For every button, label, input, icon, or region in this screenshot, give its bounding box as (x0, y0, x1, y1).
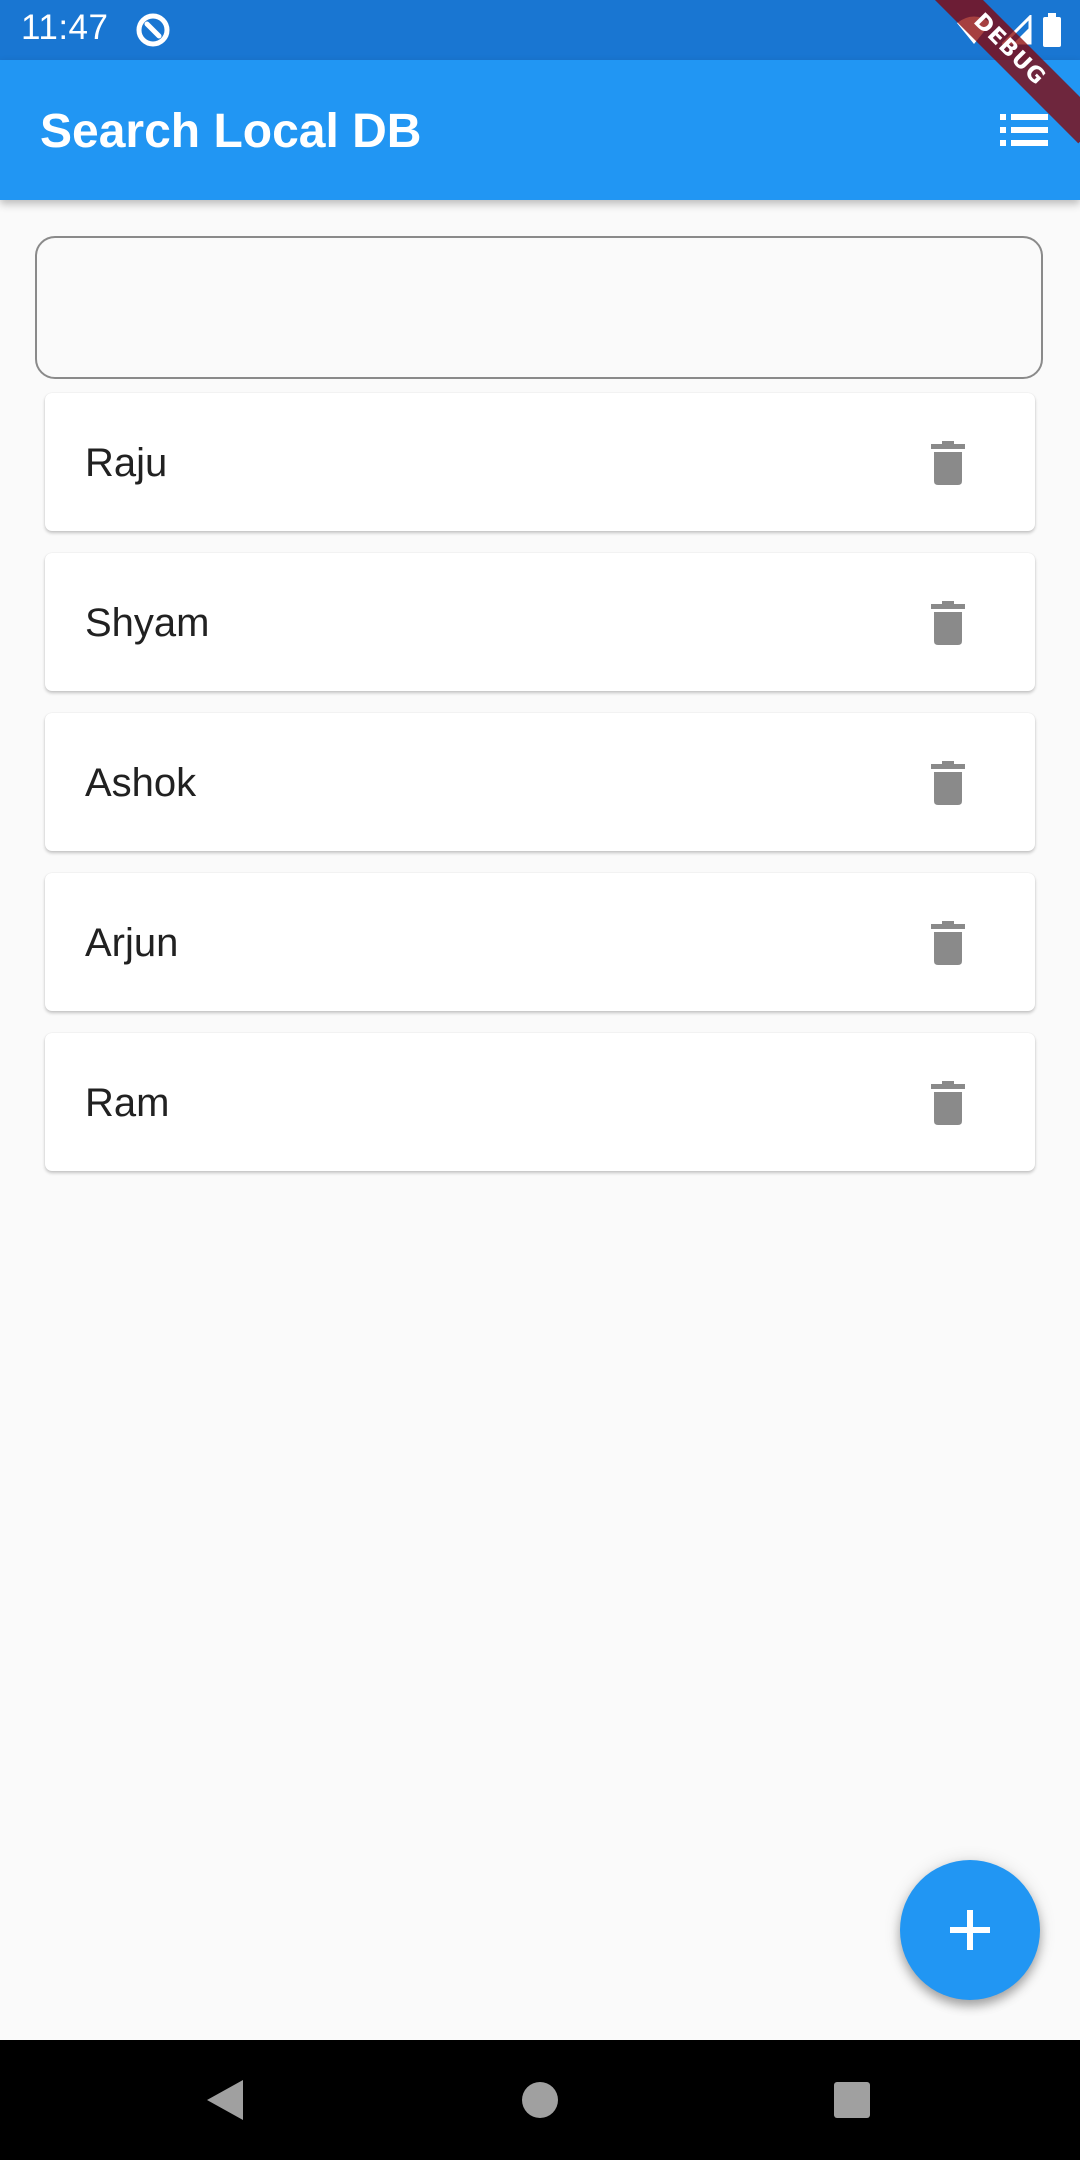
list-item[interactable]: Ashok (45, 713, 1035, 851)
add-icon (950, 1910, 990, 1950)
list-item-name: Raju (85, 441, 168, 485)
back-button[interactable] (165, 2040, 285, 2160)
list-item[interactable]: Raju (45, 393, 1035, 531)
page-title: Search Local DB (40, 105, 422, 158)
name-list: Raju Shyam Ashok Arjun Ram (45, 393, 1035, 1193)
delete-icon (931, 441, 965, 485)
app-bar: Search Local DB (0, 60, 1080, 200)
delete-button[interactable] (918, 913, 978, 973)
status-bar: 11:47 (0, 0, 1080, 60)
list-item-name: Arjun (85, 921, 179, 965)
delete-button[interactable] (918, 433, 978, 493)
status-icons (956, 12, 1062, 48)
battery-icon (1043, 13, 1061, 47)
list-item-name: Ashok (85, 761, 197, 805)
delete-button[interactable] (918, 1073, 978, 1133)
list-item-name: Shyam (85, 601, 210, 645)
app-screen: 11:47 DEBUG Search Local DB Raju Shyam A… (0, 0, 1080, 2160)
search-field[interactable] (35, 236, 1043, 379)
recents-button[interactable] (792, 2040, 912, 2160)
app-notification-icon (136, 13, 170, 47)
recents-icon (834, 2082, 870, 2118)
search-input[interactable] (57, 258, 1021, 360)
delete-icon (931, 601, 965, 645)
add-button[interactable] (900, 1860, 1040, 2000)
delete-button[interactable] (918, 593, 978, 653)
back-icon (207, 2080, 243, 2120)
delete-icon (931, 921, 965, 965)
delete-icon (931, 1081, 965, 1125)
list-item[interactable]: Arjun (45, 873, 1035, 1011)
delete-button[interactable] (918, 753, 978, 813)
list-view-button[interactable] (996, 104, 1052, 156)
status-time: 11:47 (21, 8, 109, 47)
wifi-icon (957, 16, 991, 44)
list-item[interactable]: Shyam (45, 553, 1035, 691)
navigation-bar (0, 2040, 1080, 2160)
list-item-name: Ram (85, 1081, 170, 1125)
list-item[interactable]: Ram (45, 1033, 1035, 1171)
list-icon (1000, 114, 1048, 146)
home-button[interactable] (480, 2040, 600, 2160)
signal-icon (1002, 15, 1032, 45)
delete-icon (931, 761, 965, 805)
home-icon (522, 2082, 558, 2118)
